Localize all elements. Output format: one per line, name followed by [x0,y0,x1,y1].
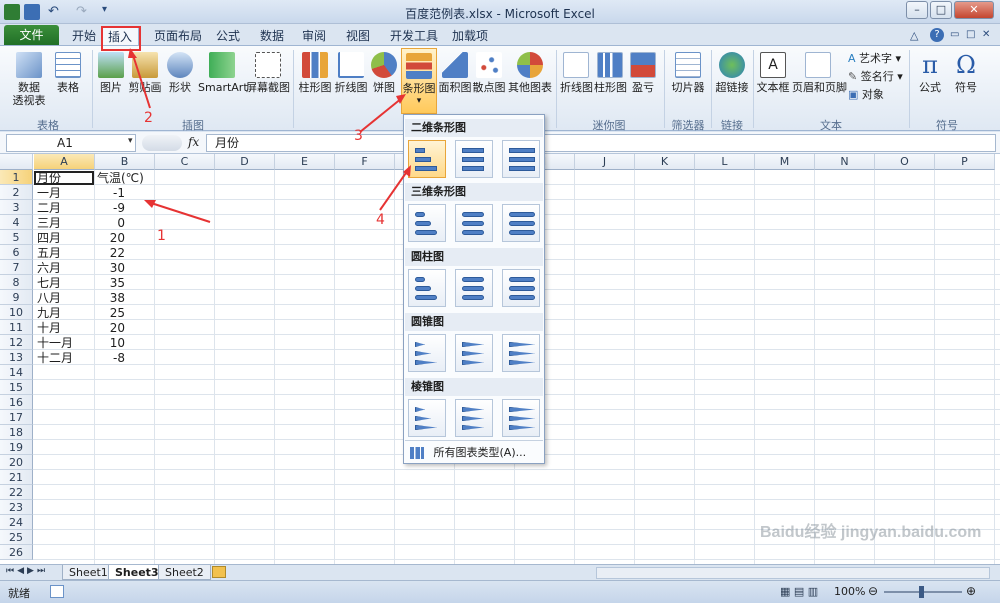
status-bar: 就绪 ▦ ▤ ▥ 100% ⊖ ⊕ [0,580,1000,603]
zoom-in-icon[interactable]: ⊕ [966,584,976,598]
insert-sheet-icon[interactable] [212,566,226,578]
arrow-3 [359,97,403,133]
annotation-label-4: 4 [376,212,385,228]
zoom-level[interactable]: 100% [834,585,865,598]
status-ready: 就绪 [8,587,30,600]
sheet-tabs-bar: ⏮◀▶⏭ Sheet1 Sheet3 Sheet2 [0,564,1000,580]
watermark: Baidu经验 jingyan.baidu.com [760,524,982,541]
zoom-out-icon[interactable]: ⊖ [868,584,878,598]
horizontal-scrollbar[interactable] [596,567,990,579]
sheet-nav-arrows[interactable]: ⏮◀▶⏭ [6,566,48,576]
macro-record-icon[interactable] [50,585,64,598]
view-buttons[interactable]: ▦ ▤ ▥ [780,585,830,599]
insert-tab-highlight [101,26,141,51]
annotation-arrows [101,26,411,223]
arrow-4 [379,169,409,211]
annotation-label-3: 3 [354,128,363,144]
arrow-2 [131,51,151,109]
arrow-1 [147,201,211,223]
sheet-tab-sheet3[interactable]: Sheet3 [108,565,166,580]
annotation-label-2: 2 [144,110,153,126]
sheet-tab-sheet2[interactable]: Sheet2 [158,565,211,580]
sheet-tab-sheet1[interactable]: Sheet1 [62,565,115,580]
annotation-label-1: 1 [157,228,166,244]
zoom-slider-handle[interactable] [919,586,924,598]
